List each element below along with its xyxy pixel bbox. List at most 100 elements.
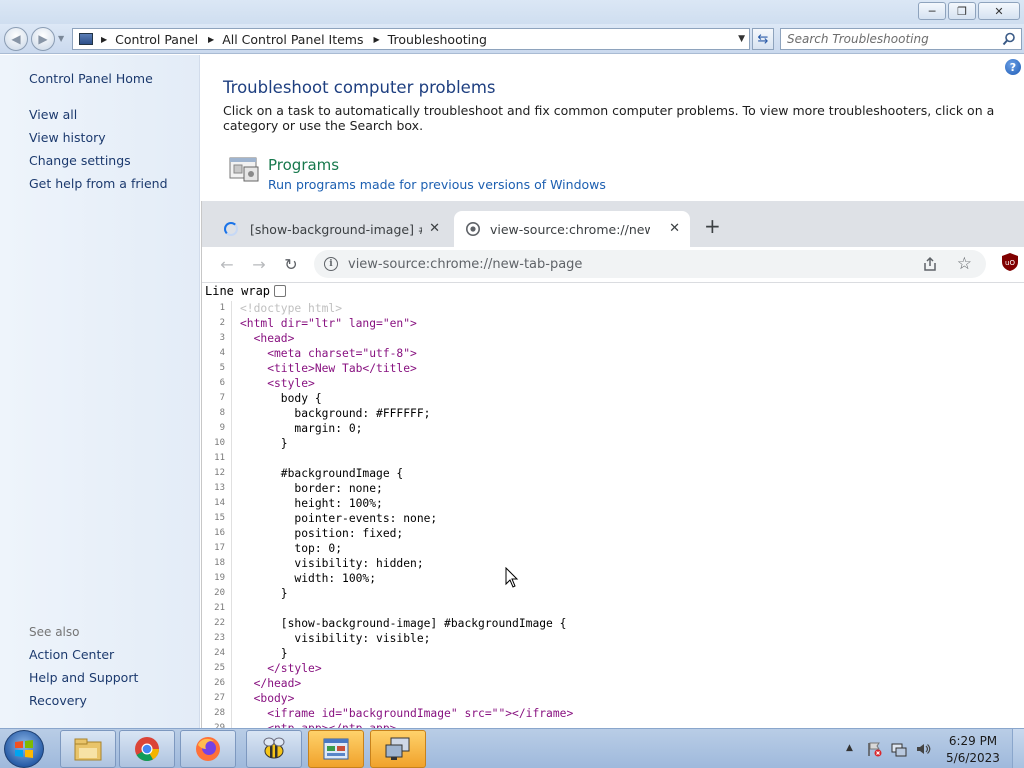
breadcrumb-all-items[interactable]: All Control Panel Items [222, 32, 363, 47]
line-number: 14 [202, 496, 232, 511]
source-line: 9 margin: 0; [202, 421, 1024, 436]
tab-background-image[interactable]: [show-background-image] #backgroundImage… [220, 211, 450, 247]
line-wrap-checkbox[interactable] [274, 285, 287, 297]
ublock-origin-icon[interactable]: uO [1002, 253, 1018, 271]
loading-spinner-icon [224, 222, 238, 236]
firefox-icon [196, 737, 220, 761]
source-line: 28 <iframe id="backgroundImage" src=""><… [202, 706, 1024, 721]
taskbar-remote-desktop[interactable] [370, 730, 426, 768]
source-line: 5 <title>New Tab</title> [202, 361, 1024, 376]
show-hidden-icons-icon[interactable]: ▲ [846, 743, 853, 753]
line-text: background: #FFFFFF; [240, 407, 431, 420]
back-icon[interactable]: ← [216, 253, 238, 275]
chrome-toolbar: ← → ↻ i view-source:chrome://new-tab-pag… [202, 247, 1024, 283]
source-line: 17 top: 0; [202, 541, 1024, 556]
help-support-link[interactable]: Help and Support [29, 670, 138, 685]
programs-icon[interactable] [228, 155, 260, 183]
refresh-icon: ⇆ [757, 31, 769, 47]
action-center-flag-icon[interactable] [866, 741, 882, 757]
back-arrow-icon: ◀ [11, 32, 21, 46]
chevron-right-icon[interactable]: ▶ [208, 35, 214, 44]
recent-pages-dropdown[interactable]: ▼ [58, 34, 64, 43]
bee-app-icon [263, 737, 285, 759]
help-icon[interactable]: ? [1005, 59, 1021, 75]
url-text[interactable]: view-source:chrome://new-tab-page [348, 257, 582, 272]
source-line: 1 <!doctype html> [202, 301, 1024, 316]
line-text [232, 451, 240, 466]
explorer-nav-bar: ◀ ▶ ▼ ▶ Control Panel ▶ All Control Pane… [0, 24, 1024, 54]
line-text: pointer-events: none; [240, 512, 438, 525]
network-icon[interactable] [891, 741, 907, 757]
source-line: 26 </head> [202, 676, 1024, 691]
line-number: 4 [202, 346, 232, 361]
view-history-link[interactable]: View history [29, 130, 106, 145]
restore-button[interactable]: ❐ [948, 2, 976, 20]
volume-icon[interactable] [915, 741, 931, 757]
close-tab-icon[interactable]: ✕ [429, 221, 440, 236]
forward-icon[interactable]: → [248, 253, 270, 275]
share-icon[interactable] [922, 256, 938, 272]
tab-title: view-source:chrome://new-tab-page [490, 221, 650, 237]
line-number: 1 [202, 301, 232, 316]
run-old-programs-link[interactable]: Run programs made for previous versions … [268, 177, 606, 192]
close-button[interactable]: ✕ [978, 2, 1020, 20]
bookmark-star-icon[interactable]: ☆ [957, 254, 972, 274]
line-number: 20 [202, 586, 232, 601]
explorer-refresh-button[interactable]: ⇆ [752, 28, 774, 50]
minimize-button[interactable]: ─ [918, 2, 946, 20]
taskbar-chrome[interactable] [119, 730, 175, 768]
forward-button[interactable]: ▶ [31, 27, 55, 51]
control-panel-home-link[interactable]: Control Panel Home [29, 71, 153, 86]
chrome-window: [show-background-image] #backgroundImage… [201, 201, 1024, 728]
line-text: </style> [240, 662, 322, 675]
breadcrumb-troubleshooting[interactable]: Troubleshooting [388, 32, 487, 47]
line-number: 9 [202, 421, 232, 436]
source-line: 16 position: fixed; [202, 526, 1024, 541]
taskbar-explorer[interactable] [60, 730, 116, 768]
line-text: border: none; [240, 482, 383, 495]
line-text [232, 601, 240, 616]
line-number: 7 [202, 391, 232, 406]
line-number: 28 [202, 706, 232, 721]
address-bar[interactable]: ▶ Control Panel ▶ All Control Panel Item… [72, 28, 750, 50]
line-text: <body> [240, 692, 295, 705]
line-text: top: 0; [240, 542, 343, 555]
new-tab-button[interactable]: + [704, 214, 721, 238]
line-wrap-control[interactable]: Line wrap [205, 283, 287, 299]
source-line: 24 } [202, 646, 1024, 661]
system-clock[interactable]: 6:29 PM 5/6/2023 [942, 734, 1004, 765]
address-dropdown-icon[interactable]: ▼ [738, 34, 745, 44]
taskbar-firefox[interactable] [180, 730, 236, 768]
line-text: <iframe id="backgroundImage" src=""></if… [240, 707, 574, 720]
search-box[interactable] [780, 28, 1022, 50]
chevron-right-icon[interactable]: ▶ [374, 35, 380, 44]
chevron-right-icon[interactable]: ▶ [101, 35, 107, 44]
line-number: 21 [202, 601, 232, 616]
line-text: } [240, 437, 288, 450]
get-help-link[interactable]: Get help from a friend [29, 176, 168, 191]
change-settings-link[interactable]: Change settings [29, 153, 131, 168]
omnibox[interactable]: i view-source:chrome://new-tab-page ☆ [314, 250, 986, 278]
search-input[interactable] [787, 32, 997, 46]
search-icon[interactable] [1002, 32, 1016, 46]
page-description: Click on a task to automatically trouble… [223, 103, 995, 133]
recovery-link[interactable]: Recovery [29, 693, 87, 708]
view-all-link[interactable]: View all [29, 107, 77, 122]
line-number: 26 [202, 676, 232, 691]
taskbar-control-panel[interactable] [308, 730, 364, 768]
taskbar-bee-app[interactable] [246, 730, 302, 768]
reload-icon[interactable]: ↻ [280, 253, 302, 275]
programs-category-title[interactable]: Programs [268, 156, 339, 174]
close-tab-icon[interactable]: ✕ [669, 221, 680, 236]
line-number: 25 [202, 661, 232, 676]
back-button[interactable]: ◀ [4, 27, 28, 51]
start-button[interactable] [4, 730, 44, 768]
info-icon[interactable]: i [324, 257, 338, 271]
show-desktop-button[interactable] [1012, 729, 1024, 768]
line-number: 23 [202, 631, 232, 646]
action-center-link[interactable]: Action Center [29, 647, 114, 662]
breadcrumb-control-panel[interactable]: Control Panel [115, 32, 198, 47]
explorer-icon [74, 738, 102, 761]
tab-view-source[interactable]: view-source:chrome://new-tab-page ✕ [454, 211, 690, 247]
line-text: } [240, 587, 288, 600]
